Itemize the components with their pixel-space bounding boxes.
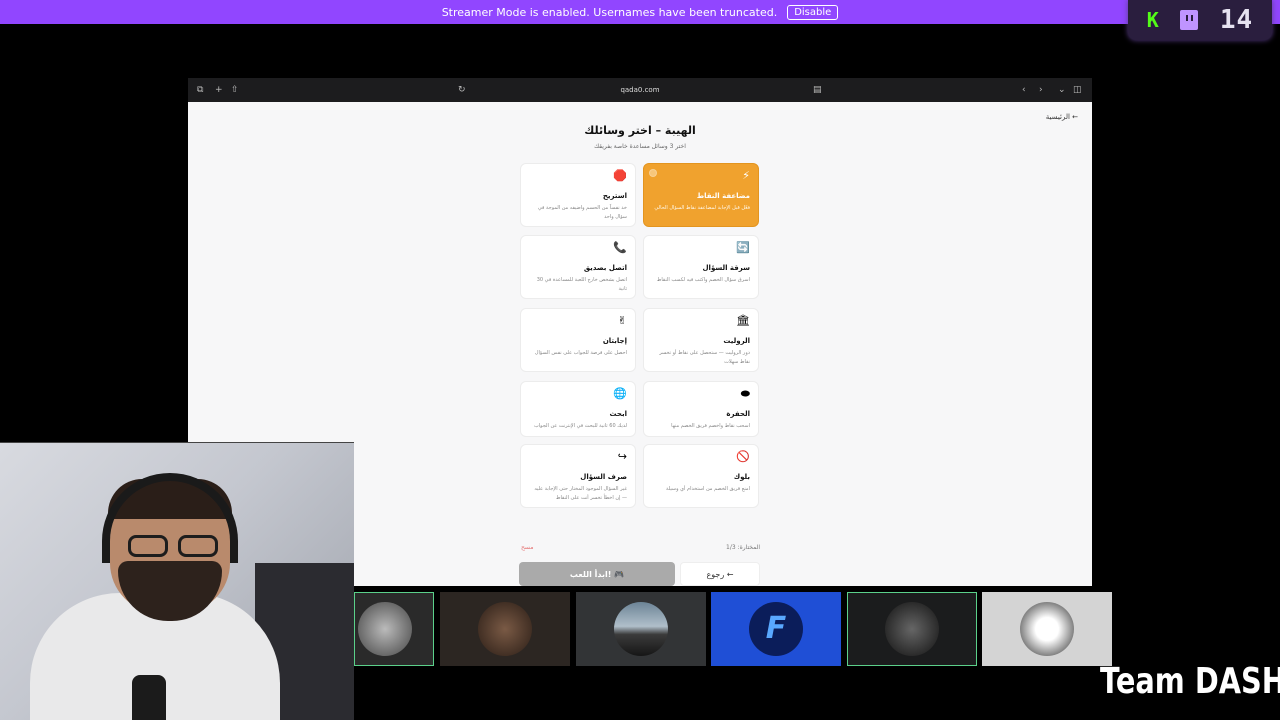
lifeline-description: اسرق سؤال الخصم واكتب فيه لكسب النقاط [656,277,750,283]
lifeline-icon: ⬬ [740,387,750,400]
lifeline-name: الروليت [723,337,750,345]
lifeline-icon: 🛑 [613,169,627,182]
lifeline-card[interactable]: 🚫 بلوك امنع فريق الخصم من استخدام أي وسيلة [643,444,759,508]
lifeline-name: استريح [602,192,627,200]
stream-frame: Streamer Mode is enabled. Usernames have… [0,0,1280,720]
start-game-button[interactable]: ابدأ اللعب! 🎮 [519,562,675,586]
lifeline-icon: ⚡ [742,169,750,182]
counter-value: 14 [1219,5,1254,35]
lifeline-name: سرقة السؤال [702,264,750,272]
lifeline-card[interactable]: 🔄 سرقة السؤال اسرق سؤال الخصم واكتب فيه لك… [643,235,759,299]
lifeline-description: غير السؤال الموجود المختار حتى الإجابة ع… [534,486,627,501]
lifeline-icon: 🌐 [613,387,627,400]
lifeline-description: دور الروليت — ستحصل على نقاط أو تخسر نقا… [659,350,750,365]
lifeline-name: الحفرة [726,410,750,418]
team-member-tile [847,592,977,666]
lifeline-icon: 🔄 [736,241,750,254]
lifeline-description: فعّل قبل الإجابة لمضاعفة نقاط السؤال الح… [654,205,750,211]
sidebar-icon[interactable]: ◫ [1073,85,1082,95]
avatar: F [749,602,803,656]
selected-count: المختارة: 1/3 [726,544,761,551]
lifeline-icon: 🏛 [736,314,750,327]
webcam-feed [0,442,354,720]
lifeline-description: احصل على فرصة للجواب على نفس السؤال [534,350,627,356]
avatar [478,602,532,656]
team-member-tile [576,592,706,666]
lifeline-card[interactable]: 🌐 ابحث لديك 60 ثانية للبحث في الإنترنت عن … [520,381,636,437]
team-logo: Team DASH [1100,661,1280,702]
lifeline-description: اسحب نقاط واخصم فريق الخصم منها [671,423,750,429]
lifeline-icon: ↪ [617,450,627,463]
lifeline-card[interactable]: 📞 اتصل بصديق اتصل بشخص خارج اللعبة للمساعد… [520,235,636,299]
lifeline-name: مضاعفة النقاط [696,192,750,200]
lifeline-card[interactable]: ⬬ الحفرة اسحب نقاط واخصم فريق الخصم منها [643,381,759,437]
clear-link[interactable]: مسح [521,544,533,551]
lifeline-icon: ✌ [617,314,627,327]
page-title: الهيبة – اختر وسائلك [584,124,696,137]
lifeline-name: ابحث [609,410,627,418]
lifeline-name: بلوك [733,473,750,481]
lifeline-card[interactable]: 🏛 الروليت دور الروليت — ستحصل على نقاط أو … [643,308,759,372]
lifeline-description: اتصل بشخص خارج اللعبة للمساعدة في 30 ثان… [536,277,627,292]
lifeline-description: لديك 60 ثانية للبحث في الإنترنت عن الجوا… [534,423,627,429]
viewer-counter: K 14 [1128,0,1272,40]
browser-toolbar: ⧉ + ⇧ ↻ qada0.com ▤ ‹ › ⌄ ◫ [188,78,1092,102]
lifeline-icon: 📞 [613,241,627,254]
lifeline-name: اتصل بصديق [583,264,627,272]
back-icon[interactable]: ‹ [1022,85,1026,95]
lifeline-name: إجابتان [602,337,627,345]
lifeline-description: امنع فريق الخصم من استخدام أي وسيلة [666,486,750,492]
disable-button[interactable]: Disable [787,4,839,20]
lifeline-card[interactable]: ✌ إجابتان احصل على فرصة للجواب على نفس الس… [520,308,636,372]
team-member-tile [354,592,434,666]
home-link[interactable]: الرئيسية ← [1046,113,1078,121]
kick-icon: K [1146,8,1159,32]
forward-icon[interactable]: › [1039,85,1043,95]
lifeline-card[interactable]: ↪ صرف السؤال غير السؤال الموجود المختار حت… [520,444,636,508]
team-member-tile: F [711,592,841,666]
address-bar[interactable]: qada0.com [188,86,1092,94]
page-subtitle: اختر 3 وسائل مساعدة خاصة بفريقك [594,143,686,150]
lifeline-card[interactable]: 🛑 استريح خذ نفساً من الحسم واضيفه من الموج… [520,163,636,227]
team-member-tile [440,592,570,666]
back-button[interactable]: رجوع ← [680,562,760,586]
banner-text: Streamer Mode is enabled. Usernames have… [441,5,778,19]
reader-icon[interactable]: ▤ [813,85,822,95]
lifeline-icon: 🚫 [736,450,750,463]
avatar [357,602,412,656]
lifeline-description: خذ نفساً من الحسم واضيفه من الموجة في سؤ… [537,205,627,220]
twitch-icon [1180,10,1199,30]
microphone [132,675,166,720]
avatar [1020,602,1074,656]
team-member-tile [982,592,1112,666]
chevron-down-icon[interactable]: ⌄ [1058,85,1066,95]
lifeline-card[interactable]: ⚡ مضاعفة النقاط فعّل قبل الإجابة لمضاعفة ن… [643,163,759,227]
streamer-mode-banner: Streamer Mode is enabled. Usernames have… [0,0,1280,24]
avatar [885,602,939,656]
lifeline-name: صرف السؤال [580,473,627,481]
selected-indicator [649,169,657,177]
avatar [614,602,668,656]
